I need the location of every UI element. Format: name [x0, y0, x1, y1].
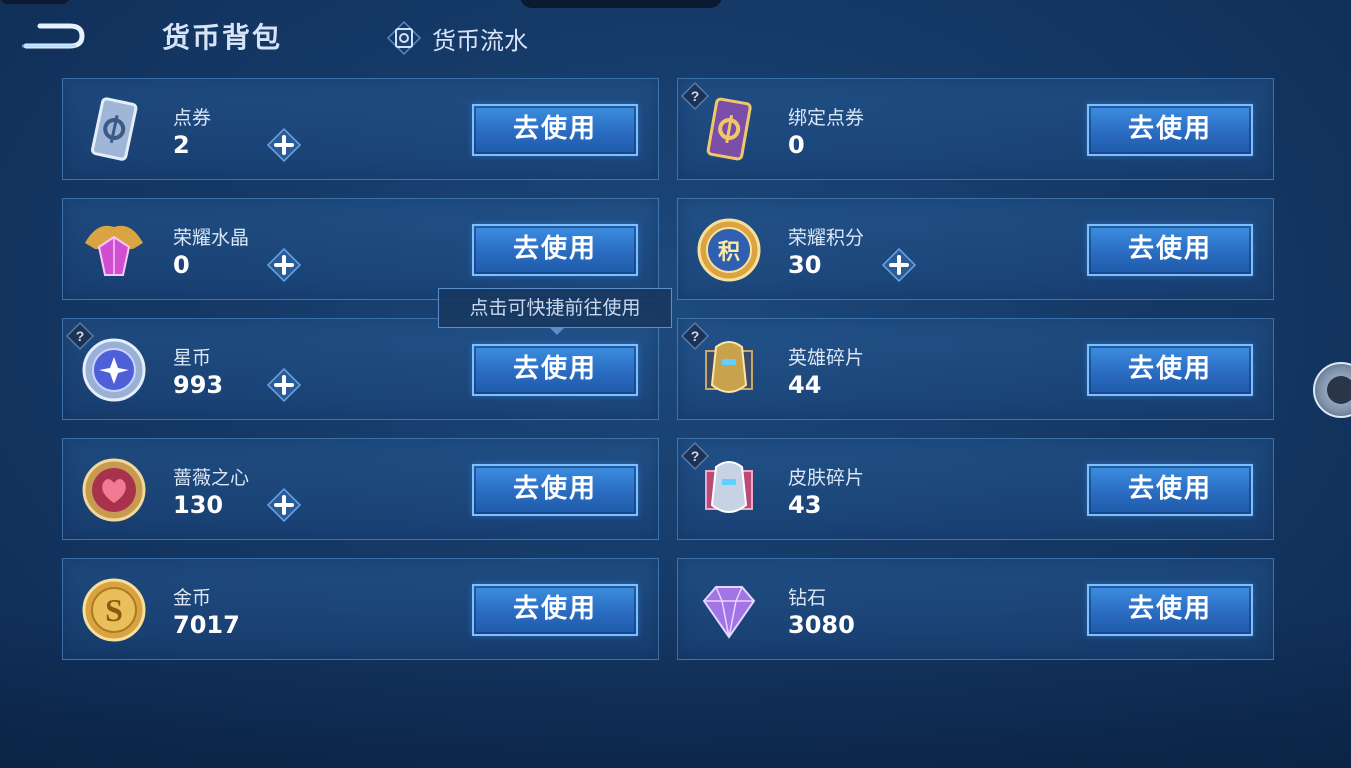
- currency-card: 积 荣耀积分 30 去使用: [677, 198, 1274, 300]
- currency-card: ? 星币 993 去使用: [62, 318, 659, 420]
- currency-value: 7017: [173, 611, 240, 639]
- back-button[interactable]: [18, 18, 88, 54]
- currency-card: S 金币 7017 去使用: [62, 558, 659, 660]
- help-icon[interactable]: ?: [680, 81, 710, 111]
- currency-name: 英雄碎片: [788, 347, 865, 369]
- currency-card: 荣耀水晶 0 去使用: [62, 198, 659, 300]
- use-button[interactable]: 去使用: [1087, 104, 1253, 156]
- glory-crystal-icon: [77, 213, 151, 287]
- add-currency-button[interactable]: [266, 487, 302, 523]
- svg-text:?: ?: [691, 448, 700, 464]
- use-button[interactable]: 去使用: [472, 584, 638, 636]
- help-icon[interactable]: ?: [680, 321, 710, 351]
- add-currency-button[interactable]: [266, 127, 302, 163]
- currency-name: 荣耀水晶: [173, 227, 250, 249]
- currency-value: 30: [788, 251, 822, 279]
- add-currency-button[interactable]: [266, 367, 302, 403]
- currency-name: 荣耀积分: [788, 227, 865, 249]
- use-button[interactable]: 去使用: [472, 464, 638, 516]
- currency-name: 绑定点券: [788, 107, 865, 129]
- currency-card: 点券 2 去使用: [62, 78, 659, 180]
- back-arrow-icon: [22, 23, 85, 49]
- currency-name: 钻石: [788, 587, 827, 609]
- use-button[interactable]: 去使用: [1087, 464, 1253, 516]
- hexagon-icon: [1327, 376, 1351, 404]
- svg-text:积: 积: [718, 239, 740, 264]
- coupon-icon: [77, 93, 151, 167]
- currency-value: 130: [173, 491, 224, 519]
- currency-name: 点券: [173, 107, 212, 129]
- currency-value: 44: [788, 371, 822, 399]
- use-button[interactable]: 去使用: [1087, 584, 1253, 636]
- rose-heart-icon: [77, 453, 151, 527]
- currency-value: 0: [788, 131, 805, 159]
- help-icon[interactable]: ?: [680, 441, 710, 471]
- svg-text:?: ?: [691, 328, 700, 344]
- add-currency-button[interactable]: [881, 247, 917, 283]
- diamond-icon: [692, 573, 766, 647]
- currency-value: 43: [788, 491, 822, 519]
- add-currency-button[interactable]: [266, 247, 302, 283]
- use-button[interactable]: 去使用: [1087, 344, 1253, 396]
- currency-name: 蔷薇之心: [173, 467, 250, 489]
- use-button[interactable]: 去使用: [472, 224, 638, 276]
- use-button[interactable]: 去使用: [1087, 224, 1253, 276]
- page-title: 货币背包: [162, 21, 283, 54]
- currency-name: 星币: [173, 347, 212, 369]
- currency-value: 993: [173, 371, 224, 399]
- currency-card: 钻石 3080 去使用: [677, 558, 1274, 660]
- side-menu-handle[interactable]: [1313, 362, 1351, 418]
- use-button[interactable]: 去使用: [472, 344, 638, 396]
- currency-card: ? 英雄碎片 44 去使用: [677, 318, 1274, 420]
- svg-text:?: ?: [691, 88, 700, 104]
- currency-name: 皮肤碎片: [788, 467, 865, 489]
- quick-use-tooltip: 点击可快捷前往使用: [438, 288, 672, 335]
- status-notch: [520, 0, 722, 8]
- currency-value: 3080: [788, 611, 855, 639]
- use-button[interactable]: 去使用: [472, 104, 638, 156]
- flow-card-icon: [386, 20, 422, 56]
- currency-card: ? 绑定点券 0 去使用: [677, 78, 1274, 180]
- help-icon[interactable]: ?: [65, 321, 95, 351]
- currency-flow-label: 货币流水: [432, 26, 528, 55]
- glory-points-icon: 积: [692, 213, 766, 287]
- svg-text:S: S: [105, 592, 123, 628]
- currency-flow-link[interactable]: 货币流水: [386, 20, 528, 56]
- gold-coin-icon: S: [77, 573, 151, 647]
- svg-text:?: ?: [76, 328, 85, 344]
- currency-name: 金币: [173, 587, 212, 609]
- status-notch-left: [0, 0, 70, 4]
- currency-card: 蔷薇之心 130 去使用: [62, 438, 659, 540]
- currency-value: 0: [173, 251, 190, 279]
- currency-value: 2: [173, 131, 190, 159]
- currency-card: ? 皮肤碎片 43 去使用: [677, 438, 1274, 540]
